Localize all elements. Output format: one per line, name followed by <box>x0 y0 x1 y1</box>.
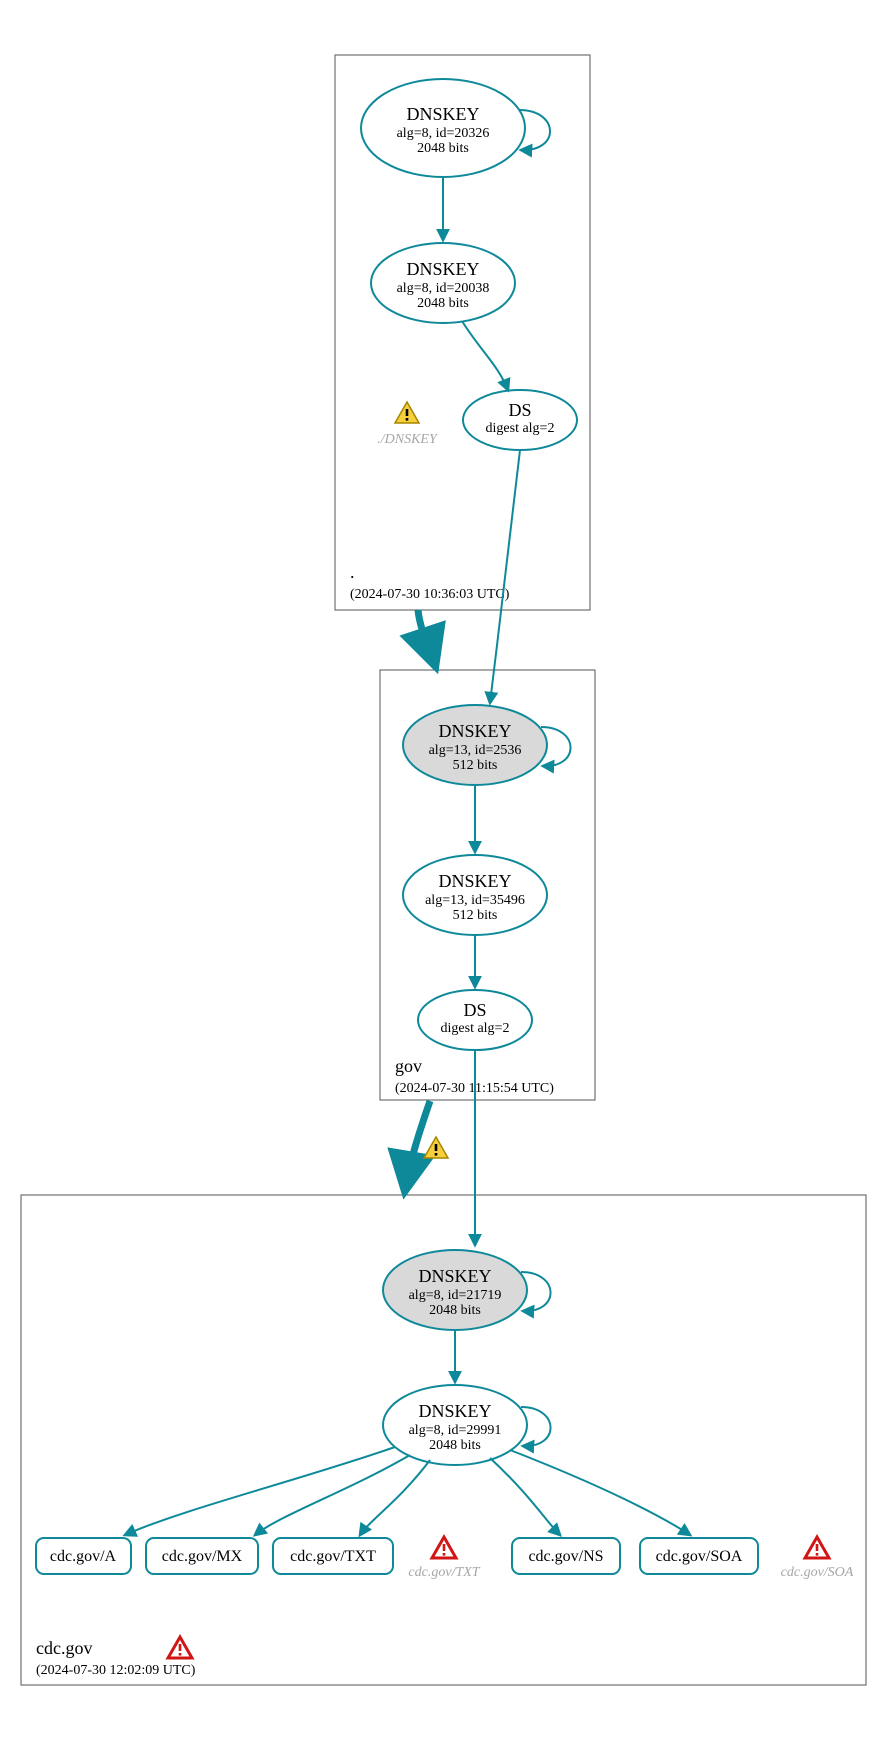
node-cdc-zsk-alg: alg=8, id=29991 <box>409 1423 502 1438</box>
rr-cdc-soa[interactable]: cdc.gov/SOA <box>640 1538 758 1574</box>
node-cdc-ksk-alg: alg=8, id=21719 <box>409 1288 502 1303</box>
node-gov-zsk-title: DNSKEY <box>438 871 511 891</box>
edge-cdc-zsk-to-a <box>125 1447 395 1535</box>
edge-root-zsk-to-ds <box>462 321 508 390</box>
zone-label-gov: gov <box>395 1056 422 1076</box>
node-root-zsk-bits: 2048 bits <box>417 296 469 311</box>
rr-cdc-ns[interactable]: cdc.gov/NS <box>512 1538 620 1574</box>
edge-cdc-zsk-to-soa <box>510 1450 690 1535</box>
rr-cdc-a[interactable]: cdc.gov/A <box>36 1538 131 1574</box>
node-cdc-ksk[interactable]: DNSKEY alg=8, id=21719 2048 bits <box>383 1250 527 1330</box>
zone-label-cdc: cdc.gov <box>36 1638 92 1658</box>
node-root-ds[interactable]: DS digest alg=2 <box>463 390 577 450</box>
edge-deleg-gov-to-cdc <box>405 1101 430 1190</box>
edge-root-ds-to-gov-ksk <box>490 450 520 703</box>
node-root-zsk-alg: alg=8, id=20038 <box>397 281 490 296</box>
edge-deleg-root-to-gov <box>418 610 435 665</box>
warn-cdc-zone[interactable] <box>168 1637 192 1658</box>
node-root-zsk[interactable]: DNSKEY alg=8, id=20038 2048 bits <box>371 243 515 323</box>
rr-cdc-soa-label: cdc.gov/SOA <box>656 1548 743 1565</box>
zone-time-cdc: (2024-07-30 12:02:09 UTC) <box>36 1663 196 1678</box>
node-root-ds-alg: digest alg=2 <box>486 421 555 436</box>
warn-root-dnskey[interactable] <box>395 402 419 423</box>
edge-cdc-zsk-to-txt <box>360 1460 430 1535</box>
rr-cdc-txt[interactable]: cdc.gov/TXT <box>273 1538 393 1574</box>
rr-cdc-a-label: cdc.gov/A <box>50 1548 117 1565</box>
rr-cdc-txt-label: cdc.gov/TXT <box>290 1548 376 1565</box>
node-gov-ksk-bits: 512 bits <box>453 758 498 773</box>
node-gov-ds-alg: digest alg=2 <box>441 1021 510 1036</box>
edge-cdc-zsk-to-ns <box>490 1458 560 1535</box>
node-root-ds-title: DS <box>508 400 531 420</box>
node-cdc-ksk-title: DNSKEY <box>418 1266 491 1286</box>
node-gov-zsk-alg: alg=13, id=35496 <box>425 893 525 908</box>
node-root-ksk-alg: alg=8, id=20326 <box>397 126 490 141</box>
node-cdc-zsk-title: DNSKEY <box>418 1401 491 1421</box>
node-gov-ds[interactable]: DS digest alg=2 <box>418 990 532 1050</box>
node-root-ksk[interactable]: DNSKEY alg=8, id=20326 2048 bits <box>361 79 525 177</box>
ghost-cdc-soa: cdc.gov/SOA <box>781 1565 854 1580</box>
node-gov-ksk-title: DNSKEY <box>438 721 511 741</box>
node-root-ksk-bits: 2048 bits <box>417 141 469 156</box>
node-gov-zsk-bits: 512 bits <box>453 908 498 923</box>
rr-cdc-ns-label: cdc.gov/NS <box>528 1548 603 1565</box>
node-gov-ds-title: DS <box>463 1000 486 1020</box>
ghost-cdc-txt: cdc.gov/TXT <box>408 1565 480 1580</box>
node-cdc-ksk-bits: 2048 bits <box>429 1303 481 1318</box>
node-root-ksk-title: DNSKEY <box>406 104 479 124</box>
warn-cdc-soa-error[interactable] <box>805 1537 829 1558</box>
warn-deleg-gov-to-cdc[interactable] <box>424 1137 448 1158</box>
node-cdc-zsk[interactable]: DNSKEY alg=8, id=29991 2048 bits <box>383 1385 527 1465</box>
node-root-zsk-title: DNSKEY <box>406 259 479 279</box>
node-gov-ksk[interactable]: DNSKEY alg=13, id=2536 512 bits <box>403 705 547 785</box>
warn-cdc-txt-error[interactable] <box>432 1537 456 1558</box>
ghost-root-dnskey: ./DNSKEY <box>377 432 439 447</box>
node-gov-zsk[interactable]: DNSKEY alg=13, id=35496 512 bits <box>403 855 547 935</box>
zone-time-root: (2024-07-30 10:36:03 UTC) <box>350 587 510 602</box>
zone-label-root: . <box>350 562 355 582</box>
node-cdc-zsk-bits: 2048 bits <box>429 1438 481 1453</box>
node-gov-ksk-alg: alg=13, id=2536 <box>429 743 522 758</box>
rr-cdc-mx-label: cdc.gov/MX <box>162 1548 243 1565</box>
rr-cdc-mx[interactable]: cdc.gov/MX <box>146 1538 258 1574</box>
